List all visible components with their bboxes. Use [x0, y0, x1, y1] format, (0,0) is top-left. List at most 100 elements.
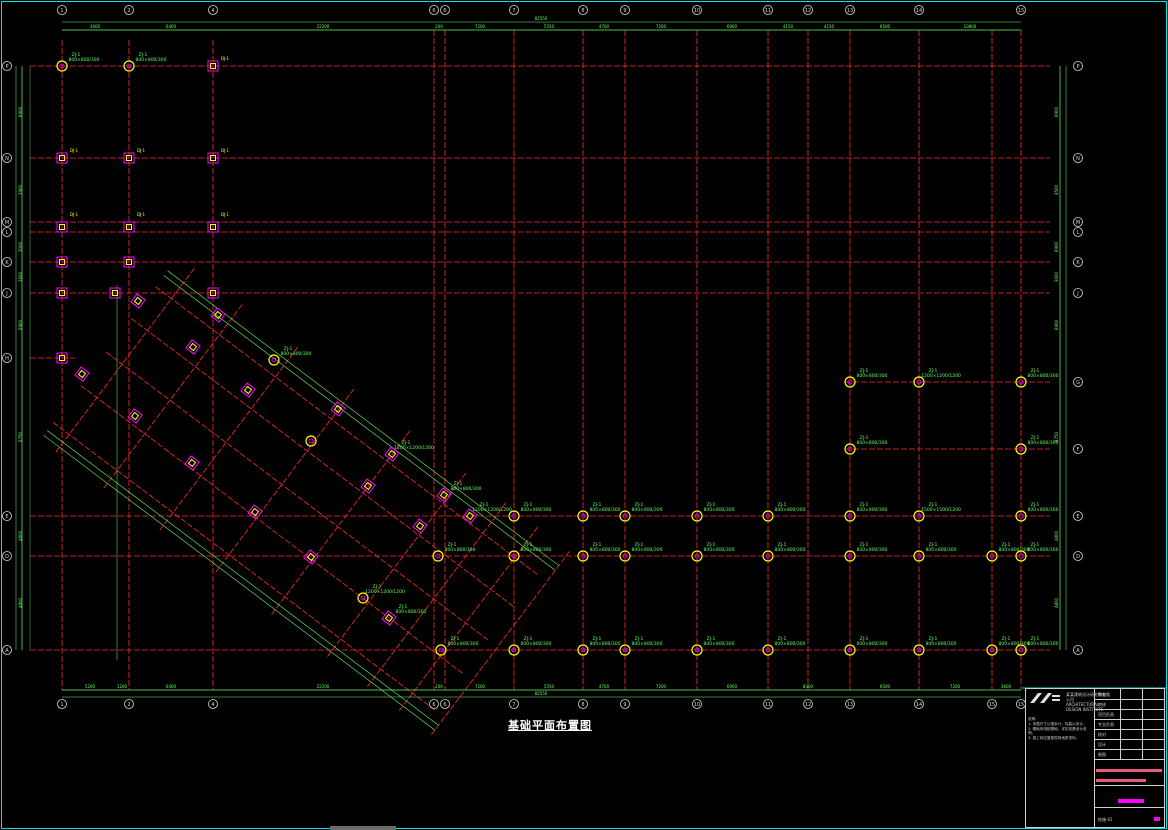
- right-dim-text: 6900: [1054, 319, 1059, 330]
- pile-cap-diagonal-core: [187, 458, 197, 468]
- top-axis-bubble-label: 9: [623, 8, 626, 14]
- left-dim-text: 4800: [18, 597, 23, 608]
- diag-axis-line: [105, 351, 490, 642]
- left-axis-bubble-label: N: [5, 156, 9, 162]
- pile-spec: 1200×1200/1200: [472, 507, 512, 513]
- pile-spec: 800×800/300: [135, 57, 166, 63]
- pile-cap-diagonal: [184, 455, 200, 471]
- pile-spec: 800×800/300: [856, 373, 887, 379]
- small-grid-label: DJ-1: [70, 148, 79, 153]
- horizontal-scrollbar[interactable]: [330, 826, 396, 830]
- pile-spec: 800×800/300: [589, 641, 620, 647]
- left-dim-text: 4800: [18, 530, 23, 541]
- bottom-dim-text: 1200: [117, 684, 128, 689]
- bottom-dim-text: 5200: [85, 684, 96, 689]
- right-dim-text: 4800: [1054, 530, 1059, 541]
- left-dim-text: 3900: [18, 184, 23, 195]
- tb-row-line: [1094, 709, 1164, 710]
- right-dim-text: 4800: [1054, 597, 1059, 608]
- top-axis-bubble-label: 1: [60, 8, 63, 14]
- pile-spec: 800×800/300: [520, 507, 551, 513]
- left-dim-text: 6750: [18, 431, 23, 442]
- dimension-lines: 3600 6400 22200 200 7200 5550 4700 7200 6900 4150…: [15, 16, 1067, 698]
- diag-axis-line: [327, 472, 467, 657]
- bottom-dim-text: 6400: [166, 684, 177, 689]
- pile-spec: 800×800/300: [589, 547, 620, 553]
- note-line: 3. 施工前应复核现场地质资料。: [1028, 736, 1080, 741]
- right-axis-bubble-label: G: [1076, 380, 1080, 386]
- drawing-canvas: 3600 6400 22200 200 7200 5550 4700 7200 6900 4150…: [1, 1, 1167, 829]
- top-dim-text: 4150: [783, 24, 794, 29]
- bottom-axis-bubble-label: 1: [60, 702, 63, 708]
- pile-cap-diagonal-core: [188, 342, 198, 352]
- top-dim-text: 4700: [599, 24, 610, 29]
- pile-spec: 800×800/300: [856, 547, 887, 553]
- pile-cap-diagonal: [185, 339, 201, 355]
- pile-spec: 1200×1200/1200: [921, 373, 961, 379]
- top-dim-text: 6500: [880, 24, 891, 29]
- bottom-dim-text: 4700: [599, 684, 610, 689]
- company-logo-icon: [1030, 693, 1060, 703]
- pile-cap-diagonal: [130, 293, 146, 309]
- pile-spec: 1200×1200/1200: [365, 589, 405, 595]
- top-axis-bubble-label: 6: [432, 8, 435, 14]
- tb-row-line: [1094, 719, 1164, 720]
- right-axis-bubble-label: N: [1076, 156, 1080, 162]
- pile-cap-diagonal-core: [250, 507, 260, 517]
- pile-cap-diagonal-core: [133, 296, 143, 306]
- top-axis-bubble-label: 8: [581, 8, 584, 14]
- right-axis-bubble-label: E: [1076, 514, 1079, 520]
- bottom-dim-text: 200: [435, 684, 443, 689]
- right-dim-text: 4500: [1054, 184, 1059, 195]
- bottom-axis-bubble-label: 4: [211, 702, 214, 708]
- small-grid-label: DJ-1: [221, 212, 230, 217]
- top-axis-bubble-label: 6: [443, 8, 446, 14]
- left-axis-bubble-label: A: [5, 648, 9, 654]
- pile-spec: 800×800/300: [1027, 440, 1058, 446]
- left-axis-bubble-label: J: [5, 291, 7, 297]
- right-dim-text: 6900: [1054, 241, 1059, 252]
- pile-spec: 800×800/300: [774, 641, 805, 647]
- pile-spec: 800×800/300: [68, 57, 99, 63]
- top-dim-text: 200: [435, 24, 443, 29]
- axis-bubbles: 1 2 4 6 6 7 8 9 10 11 12 13 14 151 2 4 6 6 7 8 9 10 11 12 13 14 15…: [2, 5, 1083, 709]
- bottom-axis-bubble-label: 9: [623, 702, 626, 708]
- pile-spec: 800×800/300: [856, 641, 887, 647]
- top-axis-bubble-label: 15: [1018, 8, 1024, 14]
- tb-role: 设计: [1098, 742, 1106, 747]
- pile-spec: 800×800/300: [589, 507, 620, 513]
- pile-spec: 800×800/300: [444, 547, 475, 553]
- small-grid-label: DJ-1: [137, 148, 146, 153]
- left-axis-bubble-label: E: [5, 514, 8, 520]
- top-axis-bubble-label: 4: [211, 8, 214, 14]
- right-axis-bubble-label: K: [1076, 260, 1080, 266]
- pile-cap-diagonal: [74, 366, 90, 382]
- note-line: 1. 本图尺寸以毫米计，标高以米计。: [1028, 721, 1087, 726]
- drawing-number: 结施-01: [1098, 817, 1113, 822]
- tb-project-bar: [1096, 769, 1162, 772]
- pile-spec: 800×800/300: [631, 507, 662, 513]
- bottom-dim-text: 3600: [1001, 684, 1012, 689]
- left-axis-bubble-label: K: [5, 260, 9, 266]
- pile-spec: 800×800/300: [1027, 373, 1058, 379]
- bottom-axis-bubble-label: 10: [694, 702, 700, 708]
- small-grid-label: DJ-1: [70, 212, 79, 217]
- bottom-dim-text: 8300: [803, 684, 814, 689]
- bottom-axis-bubble-label: 15: [989, 702, 995, 708]
- bottom-total-dim-text: 82550: [535, 691, 548, 696]
- diag-axis-line: [103, 304, 243, 489]
- pile-spec: 800×800/300: [703, 507, 734, 513]
- tb-row-line: [1094, 759, 1164, 760]
- top-axis-bubble-label: 2: [127, 8, 130, 14]
- diag-axis-line: [398, 526, 539, 712]
- top-dim-text: 22200: [317, 24, 330, 29]
- pile-cap-diagonal-core: [415, 521, 425, 531]
- right-axis-bubble-label: A: [1076, 648, 1080, 654]
- pile-cap-diagonal-core: [213, 310, 223, 320]
- pile-spec: 800×800/300: [703, 547, 734, 553]
- plan-title: 基础平面布置图: [508, 719, 592, 732]
- bottom-axis-bubble-label: 12: [805, 702, 811, 708]
- diag-axis-line: [52, 422, 437, 712]
- pile-cap-diagonal-core: [439, 490, 449, 500]
- pile-spec: 800×800/300: [703, 641, 734, 647]
